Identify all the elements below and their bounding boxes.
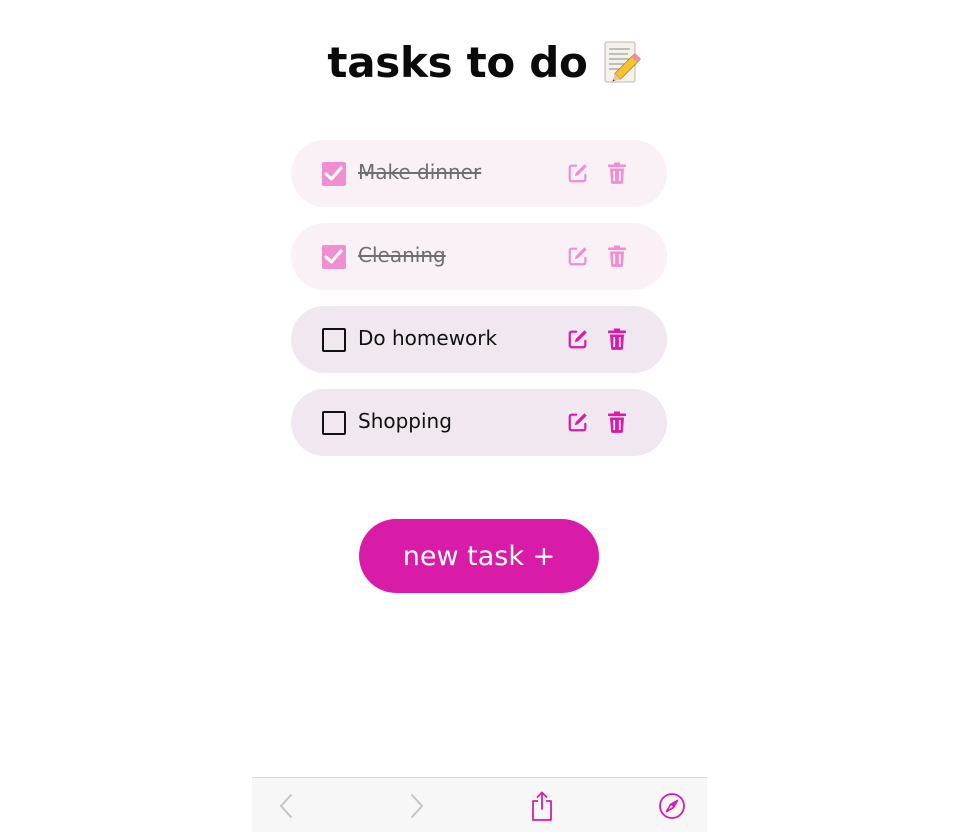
trash-icon[interactable] <box>605 244 629 268</box>
compass-icon[interactable] <box>650 778 694 832</box>
task-label: Do homework <box>358 326 498 350</box>
task-checkbox[interactable] <box>322 411 346 435</box>
task-label: Cleaning <box>358 243 446 267</box>
memo-icon <box>602 40 642 86</box>
task-checkbox[interactable] <box>322 328 346 352</box>
task-row: Do homework <box>291 306 667 373</box>
task-label: Make dinner <box>358 160 482 184</box>
trash-icon[interactable] <box>605 161 629 185</box>
new-task-button[interactable]: new task + <box>359 519 599 593</box>
task-row: Make dinner <box>291 140 667 207</box>
trash-icon[interactable] <box>605 410 629 434</box>
task-checkbox[interactable] <box>322 162 346 186</box>
page-title: tasks to do <box>327 38 588 87</box>
browser-toolbar <box>252 777 707 832</box>
task-row: Cleaning <box>291 223 667 290</box>
forward-icon[interactable] <box>395 778 439 832</box>
edit-icon[interactable] <box>566 327 590 351</box>
task-row: Shopping <box>291 389 667 456</box>
edit-icon[interactable] <box>566 244 590 268</box>
edit-icon[interactable] <box>566 161 590 185</box>
share-icon[interactable] <box>520 778 564 832</box>
edit-icon[interactable] <box>566 410 590 434</box>
header: tasks to do <box>0 38 969 87</box>
task-label: Shopping <box>358 409 452 433</box>
task-checkbox[interactable] <box>322 245 346 269</box>
back-icon[interactable] <box>264 778 308 832</box>
todo-app: tasks to do Make dinner Cleaning Do home… <box>0 0 969 832</box>
trash-icon[interactable] <box>605 327 629 351</box>
